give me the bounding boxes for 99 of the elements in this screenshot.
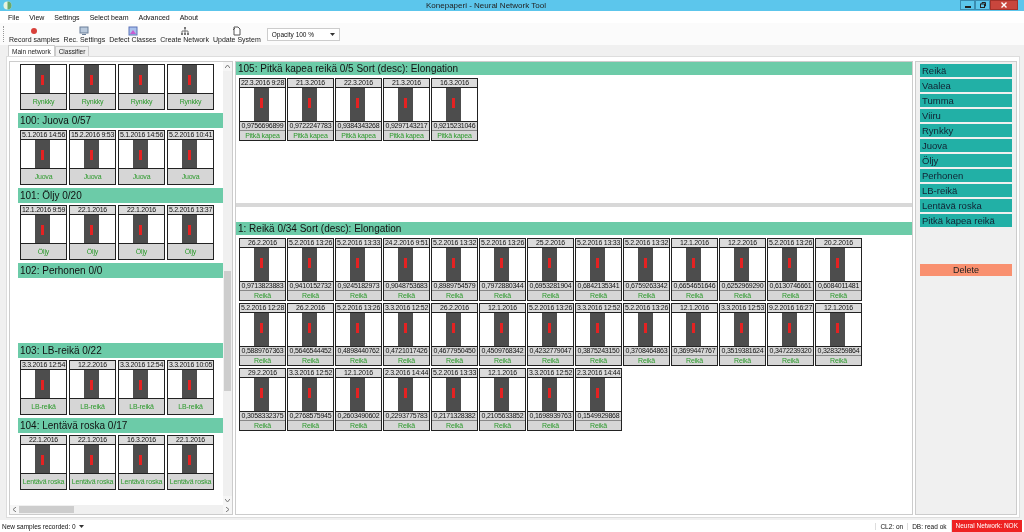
sample-image <box>432 313 477 346</box>
sample-image <box>480 378 525 411</box>
section-header: 105: Pitkä kapea reikä 0/5 Sort (desc): Elongation <box>236 62 912 75</box>
sample-image <box>576 378 621 411</box>
sample-image <box>21 65 66 93</box>
sample-image <box>70 445 115 473</box>
sample-image <box>288 378 333 411</box>
class-button[interactable]: Viiru <box>920 109 1012 122</box>
sample-image <box>70 65 115 93</box>
sample-image <box>288 248 333 281</box>
sample-image <box>70 215 115 243</box>
sample-image <box>480 313 525 346</box>
sample-image <box>21 215 66 243</box>
sample-image <box>384 88 429 121</box>
sample-image <box>768 313 813 346</box>
class-button[interactable]: Juova <box>920 139 1012 152</box>
class-button[interactable]: Pitkä kapea reikä <box>920 214 1012 227</box>
sample-image <box>432 248 477 281</box>
sample-image <box>336 313 381 346</box>
scroll-thumb[interactable] <box>224 271 231 391</box>
sample-image <box>70 140 115 168</box>
sample-image <box>528 378 573 411</box>
class-button[interactable]: Tumma <box>920 94 1012 107</box>
section-header: 104: Lentävä roska 0/17 <box>18 418 223 433</box>
section-header: 102: Perhonen 0/0 <box>18 263 223 278</box>
minimize-button[interactable] <box>960 0 975 10</box>
scroll-right-button[interactable] <box>223 505 232 514</box>
sample-image <box>119 370 164 398</box>
sample-image <box>720 313 765 346</box>
sample-image <box>336 378 381 411</box>
sample-image <box>240 88 285 121</box>
class-button[interactable]: Vaalea <box>920 79 1012 92</box>
sample-image <box>816 313 861 346</box>
sample-image <box>240 378 285 411</box>
sample-image <box>21 445 66 473</box>
sample-image <box>384 378 429 411</box>
sample-image <box>624 248 669 281</box>
sample-image <box>288 88 333 121</box>
class-button[interactable]: Öljy <box>920 154 1012 167</box>
sample-image <box>119 140 164 168</box>
section-header: 101: Öljy 0/20 <box>18 188 223 203</box>
delete-button[interactable]: Delete <box>920 264 1012 276</box>
section-header: 100: Juova 0/57 <box>18 113 223 128</box>
horizontal-scrollbar[interactable] <box>10 505 232 514</box>
restore-button[interactable] <box>975 0 990 10</box>
section-header: 103: LB-reikä 0/22 <box>18 343 223 358</box>
section-header: 1: Reikä 0/34 Sort (desc): Elongation <box>236 222 912 235</box>
sample-image <box>384 248 429 281</box>
sample-image <box>432 88 477 121</box>
sample-image <box>21 370 66 398</box>
class-button[interactable]: Perhonen <box>920 169 1012 182</box>
scroll-up-button[interactable] <box>223 62 232 71</box>
sample-image <box>119 215 164 243</box>
sample-image <box>119 445 164 473</box>
caret-icon <box>78 524 84 528</box>
scroll-thumb[interactable] <box>19 506 74 513</box>
picture-icon <box>127 25 138 36</box>
close-button[interactable] <box>990 0 1018 10</box>
sample-image <box>168 445 213 473</box>
restore-icon <box>979 2 986 8</box>
monitor-icon <box>79 25 90 36</box>
network-icon <box>179 25 190 36</box>
sample-image <box>70 370 115 398</box>
sample-image <box>384 313 429 346</box>
sample-image <box>240 313 285 346</box>
class-button[interactable]: Reikä <box>920 64 1012 77</box>
sample-image <box>336 88 381 121</box>
close-icon <box>1001 2 1007 8</box>
sample-image <box>168 370 213 398</box>
sample-image <box>624 313 669 346</box>
app-icon <box>3 1 12 10</box>
class-button[interactable]: Lentävä roska <box>920 199 1012 212</box>
sample-image <box>336 248 381 281</box>
sample-image <box>768 248 813 281</box>
class-button[interactable]: Rynkky <box>920 124 1012 137</box>
sample-image <box>576 248 621 281</box>
sample-image <box>576 313 621 346</box>
record-icon <box>29 25 40 36</box>
sample-image <box>816 248 861 281</box>
sample-image <box>240 248 285 281</box>
sample-image <box>720 248 765 281</box>
sample-image <box>288 313 333 346</box>
sample-image <box>21 140 66 168</box>
sample-image <box>168 65 213 93</box>
caret-icon <box>329 32 335 36</box>
sample-image <box>432 378 477 411</box>
sample-image <box>168 215 213 243</box>
window-title: Konepaperi - Neural Network Tool <box>425 1 547 10</box>
sample-image <box>528 248 573 281</box>
sample-image <box>672 248 717 281</box>
sample-image <box>528 313 573 346</box>
sample-image <box>168 140 213 168</box>
scroll-left-button[interactable] <box>10 505 19 514</box>
class-button[interactable]: LB-reikä <box>920 184 1012 197</box>
sample-image <box>672 313 717 346</box>
vertical-scrollbar[interactable] <box>223 62 232 505</box>
scroll-down-button[interactable] <box>223 496 232 505</box>
sample-image <box>480 248 525 281</box>
sample-image <box>119 65 164 93</box>
